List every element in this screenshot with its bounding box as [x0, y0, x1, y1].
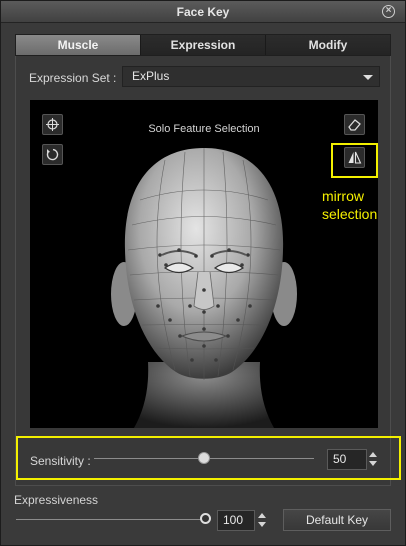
expressiveness-value-input[interactable]: 100	[217, 510, 255, 531]
spin-up-icon[interactable]	[258, 513, 266, 518]
default-key-button[interactable]: Default Key	[283, 509, 391, 531]
viewport-title: Solo Feature Selection	[148, 123, 260, 135]
rotate-view-icon	[46, 118, 59, 131]
reset-icon	[46, 148, 59, 161]
expression-set-label: Expression Set :	[29, 71, 117, 85]
annotation-line-1: mirrow	[322, 188, 364, 204]
spin-up-icon[interactable]	[369, 452, 377, 457]
chevron-down-icon	[363, 75, 373, 80]
spin-down-icon[interactable]	[258, 522, 266, 527]
tab-modify[interactable]: Modify	[266, 35, 390, 55]
tab-muscle[interactable]: Muscle	[16, 35, 141, 55]
sensitivity-value-input[interactable]: 50	[327, 449, 367, 470]
sensitivity-spinner[interactable]	[368, 449, 379, 470]
annotation-line-2: selection	[322, 206, 378, 222]
mirror-highlight-box	[331, 143, 378, 178]
rotate-view-button[interactable]	[42, 114, 63, 135]
face-viewport[interactable]: Solo Feature Selection	[30, 100, 378, 428]
spin-down-icon[interactable]	[369, 461, 377, 466]
close-icon[interactable]: ×	[382, 5, 395, 18]
tab-bar: Muscle Expression Modify	[15, 34, 391, 56]
expressiveness-label: Expressiveness	[14, 493, 99, 507]
expressiveness-spinner[interactable]	[257, 510, 268, 531]
sensitivity-label: Sensitivity :	[30, 454, 91, 468]
window-title: Face Key	[176, 5, 230, 19]
tab-expression[interactable]: Expression	[141, 35, 266, 55]
reset-button[interactable]	[42, 144, 63, 165]
sensitivity-slider-handle[interactable]	[198, 452, 210, 464]
expression-set-dropdown[interactable]: ExPlus	[122, 66, 380, 87]
expression-set-value: ExPlus	[132, 69, 170, 83]
mirror-annotation: mirrow selection	[322, 187, 377, 223]
expressiveness-slider-handle[interactable]	[200, 513, 211, 524]
expressiveness-slider-track[interactable]	[16, 519, 206, 520]
face-model[interactable]	[30, 100, 378, 428]
title-bar[interactable]: Face Key ×	[1, 1, 405, 23]
eraser-button[interactable]	[344, 114, 365, 135]
eraser-icon	[348, 119, 361, 131]
